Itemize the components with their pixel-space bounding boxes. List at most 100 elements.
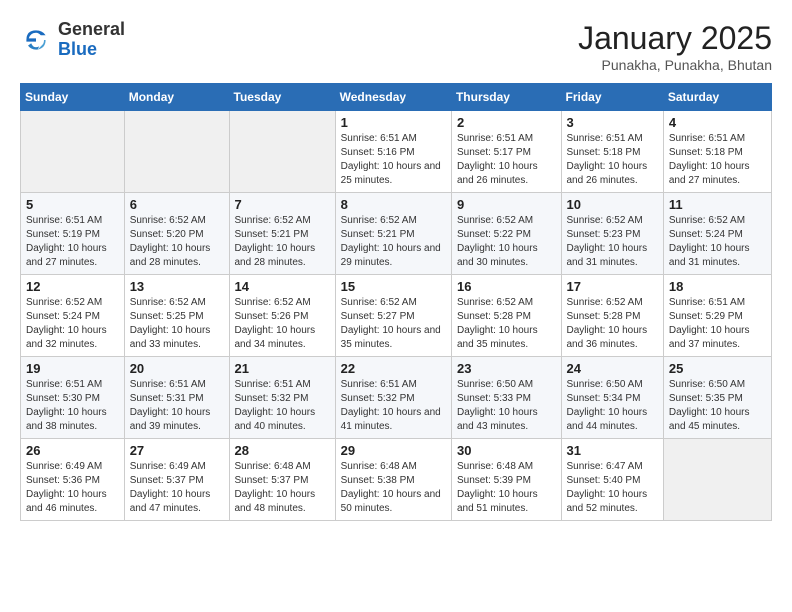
day-number: 21 xyxy=(235,361,330,376)
calendar-week-row: 12Sunrise: 6:52 AM Sunset: 5:24 PM Dayli… xyxy=(21,275,772,357)
day-number: 25 xyxy=(669,361,766,376)
calendar-subtitle: Punakha, Punakha, Bhutan xyxy=(578,57,772,73)
calendar-cell: 27 Sunrise: 6:49 AM Sunset: 5:37 PM Dayli… xyxy=(124,439,229,521)
calendar-cell: 23Sunrise: 6:50 AM Sunset: 5:33 PM Dayli… xyxy=(451,357,561,439)
day-number: 28 xyxy=(235,443,330,458)
calendar-cell: 16 Sunrise: 6:52 AM Sunset: 5:28 PM Dayli… xyxy=(451,275,561,357)
day-info: Sunrise: 6:48 AM Sunset: 5:38 PM Dayligh… xyxy=(341,460,446,516)
calendar-cell: 25 Sunrise: 6:50 AM Sunset: 5:35 PM Dayli… xyxy=(663,357,771,439)
day-number: 7 xyxy=(235,197,330,212)
calendar-cell: 13 Sunrise: 6:52 AM Sunset: 5:25 PM Dayli… xyxy=(124,275,229,357)
calendar-cell: 11Sunrise: 6:52 AM Sunset: 5:24 PM Dayli… xyxy=(663,193,771,275)
day-info: Sunrise: 6:48 AM Sunset: 5:37 PM Dayligh… xyxy=(235,460,330,516)
day-info: Sunrise: 6:50 AM Sunset: 5:35 PM Dayligh… xyxy=(669,378,766,434)
calendar-cell: 10 Sunrise: 6:52 AM Sunset: 5:23 PM Dayli… xyxy=(561,193,663,275)
day-number: 24 xyxy=(567,361,658,376)
day-info: Sunrise: 6:52 AM Sunset: 5:28 PM Dayligh… xyxy=(457,296,556,352)
day-number: 22 xyxy=(341,361,446,376)
calendar-cell: 14Sunrise: 6:52 AM Sunset: 5:26 PM Dayli… xyxy=(229,275,335,357)
calendar-cell: 29Sunrise: 6:48 AM Sunset: 5:38 PM Dayli… xyxy=(335,439,451,521)
day-number: 31 xyxy=(567,443,658,458)
day-number: 13 xyxy=(130,279,224,294)
calendar-cell: 19 Sunrise: 6:51 AM Sunset: 5:30 PM Dayli… xyxy=(21,357,125,439)
day-info: Sunrise: 6:51 AM Sunset: 5:17 PM Dayligh… xyxy=(457,132,556,188)
day-number: 19 xyxy=(26,361,119,376)
calendar-week-row: 26Sunrise: 6:49 AM Sunset: 5:36 PM Dayli… xyxy=(21,439,772,521)
day-number: 27 xyxy=(130,443,224,458)
calendar-cell xyxy=(663,439,771,521)
day-info: Sunrise: 6:51 AM Sunset: 5:32 PM Dayligh… xyxy=(235,378,330,434)
day-info: Sunrise: 6:52 AM Sunset: 5:22 PM Dayligh… xyxy=(457,214,556,270)
day-info: Sunrise: 6:52 AM Sunset: 5:21 PM Dayligh… xyxy=(235,214,330,270)
day-info: Sunrise: 6:52 AM Sunset: 5:26 PM Dayligh… xyxy=(235,296,330,352)
calendar-cell: 5 Sunrise: 6:51 AM Sunset: 5:19 PM Daylig… xyxy=(21,193,125,275)
calendar-cell: 8 Sunrise: 6:52 AM Sunset: 5:21 PM Daylig… xyxy=(335,193,451,275)
day-number: 15 xyxy=(341,279,446,294)
calendar-week-row: 1 Sunrise: 6:51 AM Sunset: 5:16 PM Daylig… xyxy=(21,111,772,193)
calendar-table: SundayMondayTuesdayWednesdayThursdayFrid… xyxy=(20,83,772,521)
day-info: Sunrise: 6:50 AM Sunset: 5:33 PM Dayligh… xyxy=(457,378,556,434)
logo: General Blue xyxy=(20,20,125,60)
header-thursday: Thursday xyxy=(451,84,561,111)
day-info: Sunrise: 6:51 AM Sunset: 5:19 PM Dayligh… xyxy=(26,214,119,270)
header-monday: Monday xyxy=(124,84,229,111)
day-number: 8 xyxy=(341,197,446,212)
calendar-cell: 20 Sunrise: 6:51 AM Sunset: 5:31 PM Dayli… xyxy=(124,357,229,439)
calendar-cell: 6 Sunrise: 6:52 AM Sunset: 5:20 PM Daylig… xyxy=(124,193,229,275)
day-info: Sunrise: 6:52 AM Sunset: 5:27 PM Dayligh… xyxy=(341,296,446,352)
logo-icon xyxy=(20,24,52,56)
day-number: 26 xyxy=(26,443,119,458)
calendar-cell: 22 Sunrise: 6:51 AM Sunset: 5:32 PM Dayli… xyxy=(335,357,451,439)
calendar-cell: 17 Sunrise: 6:52 AM Sunset: 5:28 PM Dayli… xyxy=(561,275,663,357)
calendar-cell: 12Sunrise: 6:52 AM Sunset: 5:24 PM Dayli… xyxy=(21,275,125,357)
day-info: Sunrise: 6:47 AM Sunset: 5:40 PM Dayligh… xyxy=(567,460,658,516)
calendar-week-row: 5 Sunrise: 6:51 AM Sunset: 5:19 PM Daylig… xyxy=(21,193,772,275)
day-info: Sunrise: 6:51 AM Sunset: 5:16 PM Dayligh… xyxy=(341,132,446,188)
day-info: Sunrise: 6:51 AM Sunset: 5:18 PM Dayligh… xyxy=(669,132,766,188)
calendar-title: January 2025 xyxy=(578,20,772,57)
day-info: Sunrise: 6:52 AM Sunset: 5:28 PM Dayligh… xyxy=(567,296,658,352)
calendar-cell xyxy=(229,111,335,193)
day-info: Sunrise: 6:52 AM Sunset: 5:21 PM Dayligh… xyxy=(341,214,446,270)
day-info: Sunrise: 6:50 AM Sunset: 5:34 PM Dayligh… xyxy=(567,378,658,434)
day-info: Sunrise: 6:51 AM Sunset: 5:30 PM Dayligh… xyxy=(26,378,119,434)
day-info: Sunrise: 6:52 AM Sunset: 5:24 PM Dayligh… xyxy=(26,296,119,352)
logo-text: General Blue xyxy=(58,20,125,60)
day-number: 9 xyxy=(457,197,556,212)
day-info: Sunrise: 6:52 AM Sunset: 5:25 PM Dayligh… xyxy=(130,296,224,352)
calendar-header-row: SundayMondayTuesdayWednesdayThursdayFrid… xyxy=(21,84,772,111)
calendar-week-row: 19 Sunrise: 6:51 AM Sunset: 5:30 PM Dayli… xyxy=(21,357,772,439)
day-info: Sunrise: 6:51 AM Sunset: 5:31 PM Dayligh… xyxy=(130,378,224,434)
calendar-cell xyxy=(124,111,229,193)
day-info: Sunrise: 6:52 AM Sunset: 5:20 PM Dayligh… xyxy=(130,214,224,270)
calendar-cell: 1 Sunrise: 6:51 AM Sunset: 5:16 PM Daylig… xyxy=(335,111,451,193)
day-number: 4 xyxy=(669,115,766,130)
header-sunday: Sunday xyxy=(21,84,125,111)
day-number: 16 xyxy=(457,279,556,294)
page-header: General Blue January 2025 Punakha, Punak… xyxy=(20,20,772,73)
day-number: 1 xyxy=(341,115,446,130)
day-number: 30 xyxy=(457,443,556,458)
calendar-cell: 26Sunrise: 6:49 AM Sunset: 5:36 PM Dayli… xyxy=(21,439,125,521)
header-tuesday: Tuesday xyxy=(229,84,335,111)
calendar-cell xyxy=(21,111,125,193)
calendar-cell: 31 Sunrise: 6:47 AM Sunset: 5:40 PM Dayli… xyxy=(561,439,663,521)
day-info: Sunrise: 6:52 AM Sunset: 5:23 PM Dayligh… xyxy=(567,214,658,270)
day-info: Sunrise: 6:48 AM Sunset: 5:39 PM Dayligh… xyxy=(457,460,556,516)
day-number: 20 xyxy=(130,361,224,376)
calendar-cell: 2 Sunrise: 6:51 AM Sunset: 5:17 PM Daylig… xyxy=(451,111,561,193)
title-block: January 2025 Punakha, Punakha, Bhutan xyxy=(578,20,772,73)
day-number: 2 xyxy=(457,115,556,130)
calendar-cell: 30 Sunrise: 6:48 AM Sunset: 5:39 PM Dayli… xyxy=(451,439,561,521)
day-number: 10 xyxy=(567,197,658,212)
day-number: 17 xyxy=(567,279,658,294)
day-number: 5 xyxy=(26,197,119,212)
day-number: 6 xyxy=(130,197,224,212)
calendar-cell: 4 Sunrise: 6:51 AM Sunset: 5:18 PM Daylig… xyxy=(663,111,771,193)
calendar-cell: 7 Sunrise: 6:52 AM Sunset: 5:21 PM Daylig… xyxy=(229,193,335,275)
day-info: Sunrise: 6:51 AM Sunset: 5:32 PM Dayligh… xyxy=(341,378,446,434)
day-info: Sunrise: 6:49 AM Sunset: 5:37 PM Dayligh… xyxy=(130,460,224,516)
day-number: 18 xyxy=(669,279,766,294)
day-number: 11 xyxy=(669,197,766,212)
calendar-cell: 9 Sunrise: 6:52 AM Sunset: 5:22 PM Daylig… xyxy=(451,193,561,275)
